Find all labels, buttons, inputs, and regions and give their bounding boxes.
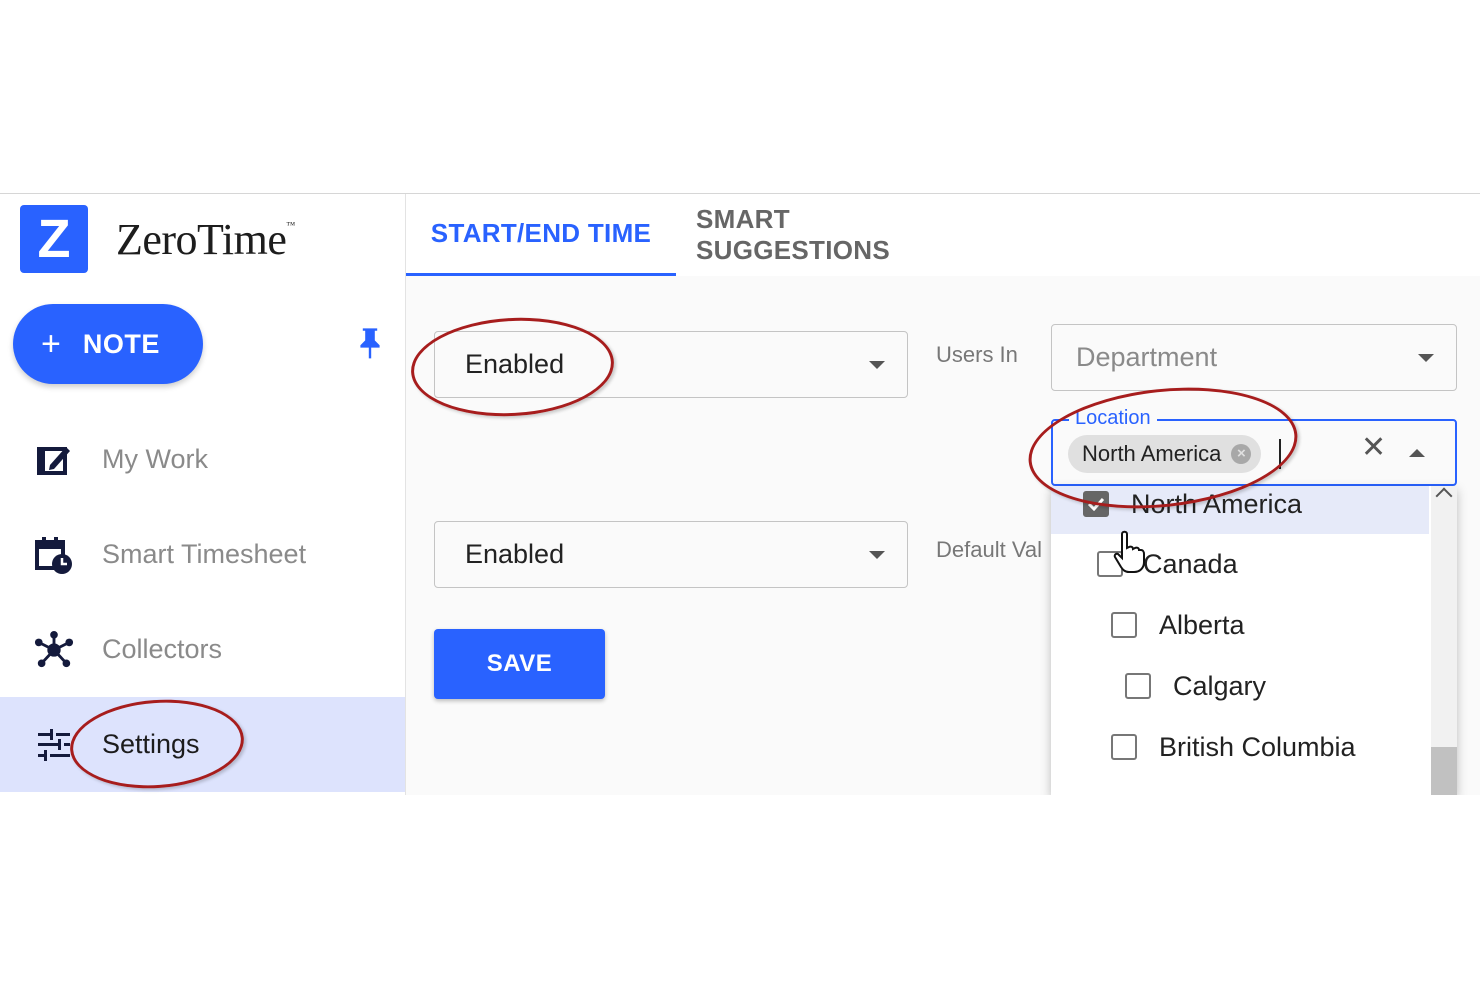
caret-down-icon (1418, 353, 1434, 362)
plus-icon: + (41, 325, 61, 363)
option-label: British Columbia (1159, 731, 1356, 762)
option-label: Canada (1143, 548, 1238, 579)
add-note-button[interactable]: + NOTE (13, 304, 203, 384)
option-alberta[interactable]: Alberta (1051, 595, 1429, 655)
caret-down-icon (869, 550, 885, 559)
brand-name-text: ZeroTime (116, 215, 287, 264)
checkbox[interactable] (1111, 734, 1137, 760)
logo: Z (20, 205, 88, 273)
calendar-clock-icon (34, 535, 74, 575)
clear-icon[interactable]: ✕ (1361, 433, 1386, 463)
enabled-select-2[interactable]: Enabled (434, 521, 908, 588)
edit-note-icon (34, 440, 74, 480)
select-value: Enabled (465, 539, 565, 569)
tab-smart-suggestions[interactable]: SMART SUGGESTIONS (696, 194, 986, 276)
network-hub-icon (34, 630, 74, 670)
default-value-label: Default Val (936, 537, 1042, 562)
add-note-label: NOTE (82, 328, 160, 359)
sidebar-item-label: My Work (102, 444, 208, 474)
logo-letter: Z (37, 209, 71, 269)
option-label: Alberta (1159, 609, 1245, 640)
checkbox[interactable] (1125, 673, 1151, 699)
pin-icon[interactable] (355, 326, 385, 362)
tab-bar: START/END TIME SMART SUGGESTIONS (406, 194, 1480, 276)
trademark: ™ (286, 220, 295, 230)
option-canada[interactable]: Canada (1051, 534, 1429, 594)
caret-up-icon[interactable] (1409, 448, 1425, 457)
option-calgary[interactable]: Calgary (1051, 656, 1429, 716)
scroll-up-icon[interactable] (1435, 487, 1453, 505)
caret-down-icon (869, 360, 885, 369)
app-window: Z ZeroTime™ + NOTE My Work Smart Timeshe… (0, 193, 1480, 795)
sliders-icon (34, 725, 74, 765)
sidebar-item-label: Collectors (102, 634, 223, 664)
sidebar-item-my-work[interactable]: My Work (0, 412, 405, 507)
users-in-label: Users In (936, 342, 1018, 367)
dropdown-scrollbar[interactable] (1431, 486, 1457, 795)
option-british-columbia[interactable]: British Columbia (1051, 717, 1429, 777)
checkbox[interactable] (1111, 612, 1137, 638)
select-value: Department (1076, 342, 1218, 372)
sidebar-item-smart-timesheet[interactable]: Smart Timesheet (0, 507, 405, 602)
sidebar-item-label: Smart Timesheet (102, 539, 307, 569)
main-content: START/END TIME SMART SUGGESTIONS Enabled… (406, 194, 1480, 795)
option-label: Calgary (1173, 670, 1267, 701)
scroll-thumb[interactable] (1431, 747, 1457, 795)
brand-name: ZeroTime™ (116, 214, 295, 265)
sidebar-item-collectors[interactable]: Collectors (0, 602, 405, 697)
checkbox[interactable] (1097, 551, 1123, 577)
location-dropdown: North America Canada Alberta Calgary Bri… (1051, 486, 1457, 795)
tab-start-end-time[interactable]: START/END TIME (406, 194, 676, 276)
save-button[interactable]: SAVE (434, 629, 605, 699)
department-select[interactable]: Department (1051, 324, 1457, 391)
